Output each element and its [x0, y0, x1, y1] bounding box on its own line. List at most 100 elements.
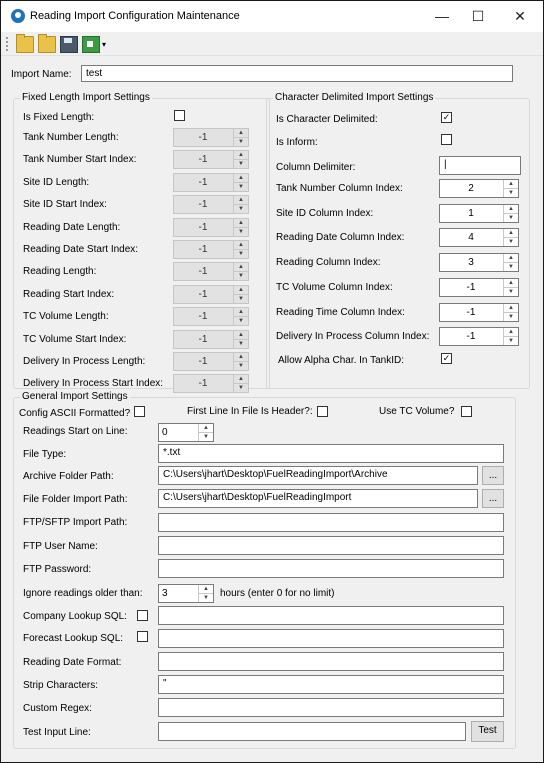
reading-date-length-spinner[interactable]: -1 ▲ ▼ [173, 217, 249, 237]
spin-up-icon[interactable]: ▲ [234, 241, 248, 249]
spin-down-icon[interactable]: ▼ [234, 293, 248, 303]
site-id-column-index-spinner[interactable]: 1 ▲ ▼ [439, 203, 519, 223]
spin-down-icon[interactable]: ▼ [234, 249, 248, 258]
file-type-input[interactable]: *.txt [158, 444, 504, 463]
spin-up-icon[interactable]: ▲ [234, 375, 248, 383]
import-path-input[interactable]: C:\Users\jhart\Desktop\FuelReadingImport [158, 489, 478, 508]
is-inform-checkbox[interactable] [441, 134, 452, 145]
spin-down-icon[interactable]: ▼ [234, 271, 248, 280]
general-group-title: General Import Settings [20, 391, 130, 402]
strip-chars-input[interactable]: " [158, 675, 504, 694]
spin-up-icon[interactable]: ▲ [234, 196, 248, 204]
spin-down-icon[interactable]: ▼ [504, 262, 518, 271]
reading-column-index-spinner[interactable]: 3 ▲ ▼ [439, 253, 519, 273]
spin-down-icon[interactable]: ▼ [504, 286, 518, 296]
ignore-older-spinner[interactable]: 3 ▲ ▼ [158, 584, 214, 603]
test-button[interactable]: Test [471, 721, 504, 742]
spin-down-icon[interactable]: ▼ [234, 316, 248, 325]
spin-up-icon[interactable]: ▲ [504, 229, 518, 237]
config-ascii-checkbox[interactable] [134, 406, 145, 417]
tank-number-start-index-spinner[interactable]: -1 ▲ ▼ [173, 150, 249, 170]
ftp-password-input[interactable] [158, 559, 504, 578]
save-icon[interactable] [60, 36, 78, 53]
spin-up-icon[interactable]: ▲ [504, 254, 518, 262]
company-sql-checkbox[interactable] [137, 610, 148, 621]
spin-down-icon[interactable]: ▼ [504, 336, 518, 345]
archive-path-input[interactable]: C:\Users\jhart\Desktop\FuelReadingImport… [158, 466, 478, 485]
spin-up-icon[interactable]: ▲ [234, 129, 248, 137]
spin-up-icon[interactable]: ▲ [234, 308, 248, 316]
spin-up-icon[interactable]: ▲ [199, 424, 213, 432]
import-browse-button[interactable]: ... [482, 489, 504, 508]
spin-up-icon[interactable]: ▲ [234, 174, 248, 182]
spin-down-icon[interactable]: ▼ [199, 432, 213, 441]
spin-up-icon[interactable]: ▲ [199, 585, 213, 593]
reading-date-column-index-spinner[interactable]: 4 ▲ ▼ [439, 228, 519, 248]
forecast-sql-checkbox[interactable] [137, 631, 148, 642]
spin-down-icon[interactable]: ▼ [234, 181, 248, 191]
spin-down-icon[interactable]: ▼ [234, 226, 248, 236]
date-format-input[interactable] [158, 652, 504, 671]
spin-up-icon[interactable]: ▲ [234, 151, 248, 159]
toolbar-overflow-icon[interactable]: ▾ [102, 40, 106, 49]
first-line-header-checkbox[interactable] [317, 406, 328, 417]
readings-start-spinner[interactable]: 0 ▲ ▼ [158, 423, 214, 442]
spin-up-icon[interactable]: ▲ [504, 304, 518, 312]
tc-volume-column-index-spinner[interactable]: -1 ▲ ▼ [439, 277, 519, 297]
test-input-field[interactable] [158, 722, 466, 741]
site-id-start-index-label: Site ID Start Index: [23, 199, 107, 211]
spin-down-icon[interactable]: ▼ [234, 383, 248, 392]
spin-up-icon[interactable]: ▲ [234, 263, 248, 271]
import-name-input[interactable]: test [81, 65, 513, 82]
spin-up-icon[interactable]: ▲ [504, 328, 518, 336]
custom-regex-input[interactable] [158, 698, 504, 717]
spin-down-icon[interactable]: ▼ [234, 159, 248, 168]
spin-up-icon[interactable]: ▲ [504, 180, 518, 188]
tc-volume-length-spinner[interactable]: -1 ▲ ▼ [173, 307, 249, 327]
column-delimiter-input[interactable]: | [439, 156, 521, 175]
open-folder-icon[interactable] [16, 34, 34, 53]
is-char-delimited-checkbox[interactable]: ✓ [441, 112, 452, 123]
site-id-start-index-spinner[interactable]: -1 ▲ ▼ [173, 195, 249, 215]
spin-down-icon[interactable]: ▼ [504, 311, 518, 321]
ftp-user-input[interactable] [158, 536, 504, 555]
archive-browse-button[interactable]: ... [482, 466, 504, 485]
spin-down-icon[interactable]: ▼ [504, 188, 518, 197]
spin-up-icon[interactable]: ▲ [234, 286, 248, 294]
delivery-in-process-column-index-spinner[interactable]: -1 ▲ ▼ [439, 327, 519, 347]
ignore-older-label: Ignore readings older than: [23, 588, 143, 599]
spin-up-icon[interactable]: ▲ [504, 205, 518, 213]
site-id-length-spinner[interactable]: -1 ▲ ▼ [173, 172, 249, 192]
reading-time-column-index-spinner[interactable]: -1 ▲ ▼ [439, 302, 519, 322]
is-fixed-length-checkbox[interactable] [174, 110, 185, 121]
reading-start-index-spinner[interactable]: -1 ▲ ▼ [173, 284, 249, 304]
spin-down-icon[interactable]: ▼ [504, 212, 518, 222]
use-tc-volume-checkbox[interactable] [461, 406, 472, 417]
allow-alpha-checkbox[interactable]: ✓ [441, 353, 452, 364]
maximize-button[interactable]: ☐ [464, 5, 492, 27]
spin-up-icon[interactable]: ▲ [234, 331, 248, 339]
reading-date-start-index-spinner[interactable]: -1 ▲ ▼ [173, 240, 249, 259]
delivery-in-process-length-spinner[interactable]: -1 ▲ ▼ [173, 352, 249, 371]
spin-down-icon[interactable]: ▼ [504, 237, 518, 246]
company-sql-input[interactable] [158, 606, 504, 625]
tank-number-length-spinner[interactable]: -1 ▲ ▼ [173, 128, 249, 147]
spin-down-icon[interactable]: ▼ [234, 338, 248, 348]
spin-down-icon[interactable]: ▼ [199, 593, 213, 602]
reading-length-spinner[interactable]: -1 ▲ ▼ [173, 262, 249, 282]
spin-down-icon[interactable]: ▼ [234, 361, 248, 370]
close-button[interactable]: ✕ [506, 5, 534, 27]
spin-down-icon[interactable]: ▼ [234, 137, 248, 146]
tc-volume-start-index-spinner[interactable]: -1 ▲ ▼ [173, 329, 249, 349]
spin-up-icon[interactable]: ▲ [234, 219, 248, 227]
open-folder-icon[interactable] [38, 34, 56, 53]
minimize-button[interactable]: — [428, 5, 456, 27]
ftp-path-input[interactable] [158, 513, 504, 532]
tank-number-column-index-spinner[interactable]: 2 ▲ ▼ [439, 179, 519, 198]
spin-down-icon[interactable]: ▼ [234, 204, 248, 213]
export-icon[interactable] [82, 36, 100, 53]
forecast-sql-input[interactable] [158, 629, 504, 648]
spin-up-icon[interactable]: ▲ [504, 279, 518, 287]
spin-up-icon[interactable]: ▲ [234, 353, 248, 361]
delivery-in-process-start-index-spinner[interactable]: -1 ▲ ▼ [173, 374, 249, 394]
